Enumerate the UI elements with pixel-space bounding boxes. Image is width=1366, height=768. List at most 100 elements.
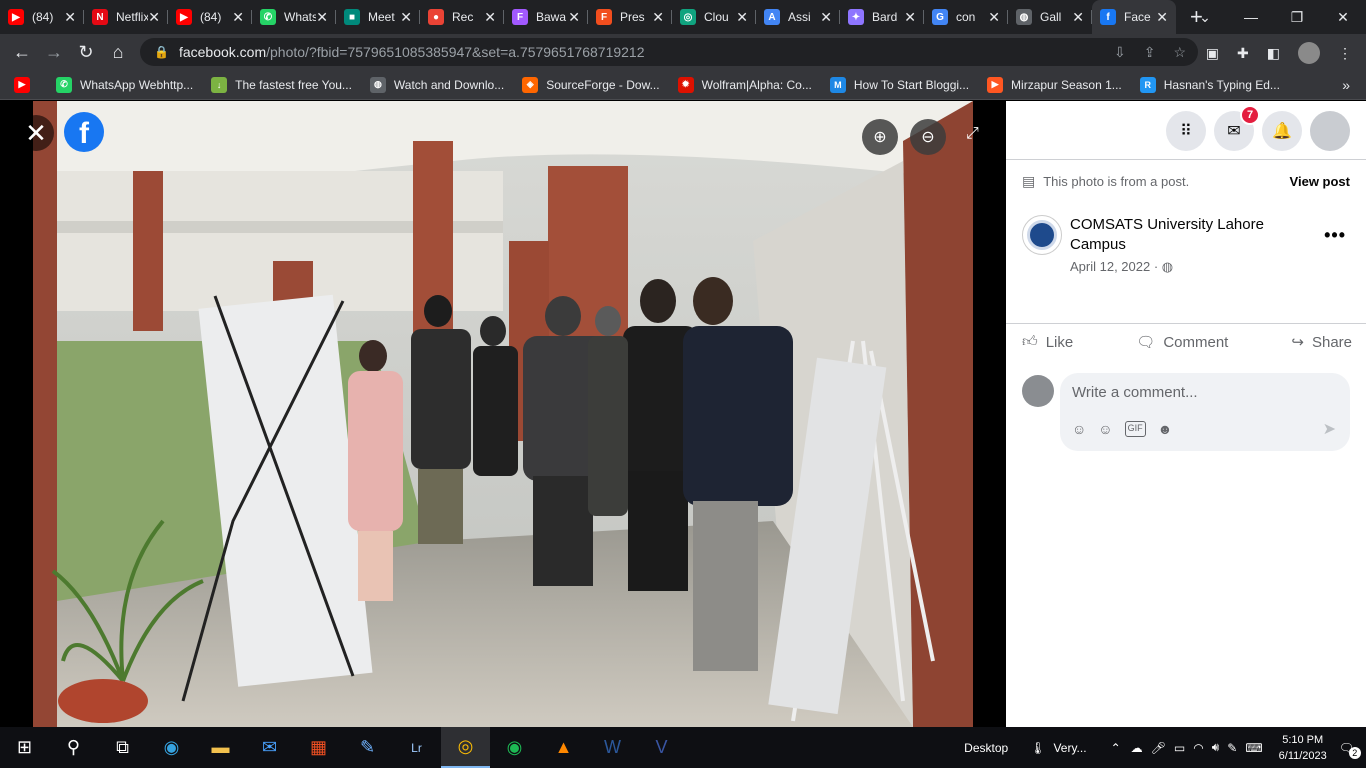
minimize-button[interactable]: —	[1228, 9, 1274, 25]
cloud-icon[interactable]: ☁	[1131, 741, 1143, 755]
bookmark-item[interactable]: ◈ SourceForge - Dow...	[522, 76, 660, 93]
share-icon[interactable]: ⇪	[1144, 44, 1156, 61]
side-panel-icon[interactable]: ◧	[1267, 45, 1280, 62]
browser-tab[interactable]: F Bawa ✕	[504, 0, 588, 34]
tab-close-icon[interactable]: ✕	[652, 9, 664, 26]
keyboard-icon[interactable]: ⌨	[1245, 741, 1262, 755]
task-view-icon[interactable]: ⧉	[98, 727, 147, 768]
browser-tab[interactable]: ✦ Bard ✕	[840, 0, 924, 34]
wifi-icon[interactable]: ◠	[1193, 741, 1203, 755]
gif-icon[interactable]: GIF	[1124, 421, 1146, 437]
browser-tab[interactable]: ▶ (84) ✕	[168, 0, 252, 34]
like-button[interactable]: 👍︎ Like	[1022, 333, 1073, 351]
bookmark-item[interactable]: ✆ WhatsApp Webhttp...	[56, 76, 193, 93]
bookmark-item[interactable]: ✹ Wolfram|Alpha: Co...	[677, 76, 812, 93]
search-icon[interactable]: ⚲	[49, 727, 98, 768]
browser-tab[interactable]: ✆ WhatsApp✕	[252, 0, 336, 34]
messenger-icon[interactable]: ✉ 7	[1214, 105, 1260, 151]
extensions-icon[interactable]: ✚	[1237, 45, 1249, 62]
tab-close-icon[interactable]: ✕	[400, 9, 412, 26]
close-viewer-button[interactable]: ✕	[18, 115, 54, 151]
reload-button[interactable]: ↻	[70, 42, 102, 63]
store-icon[interactable]: ▦	[294, 727, 343, 768]
browser-tab[interactable]: ■ Meet ✕	[336, 0, 420, 34]
windows-start-icon[interactable]: ⊞	[0, 727, 49, 768]
more-options-icon[interactable]: •••	[1324, 225, 1346, 246]
vlc-icon[interactable]: ▲	[539, 727, 588, 768]
sticker-icon[interactable]: ☻	[1158, 421, 1173, 437]
edge-icon[interactable]: ◉	[147, 727, 196, 768]
menu-icon[interactable]: ⋮	[1338, 45, 1352, 62]
tab-close-icon[interactable]: ✕	[1072, 9, 1084, 26]
tab-close-icon[interactable]: ✕	[820, 9, 832, 26]
spotify-icon[interactable]: ◉	[490, 727, 539, 768]
bookmark-item[interactable]: M How To Start Bloggi...	[829, 76, 969, 93]
browser-tab[interactable]: A Assi ✕	[756, 0, 840, 34]
bookmark-item[interactable]: ▶ Mirzapur Season 1...	[987, 76, 1122, 93]
share-button[interactable]: ↪ Share	[1291, 333, 1352, 352]
comment-input[interactable]: Write a comment...	[1072, 384, 1198, 401]
view-post-link[interactable]: View post	[1290, 174, 1350, 189]
browser-tab[interactable]: N Netflix ✕	[84, 0, 168, 34]
bookmarks-overflow-icon[interactable]: »	[1342, 77, 1350, 93]
tab-close-icon[interactable]: ✕	[316, 9, 328, 26]
weather-text[interactable]: Very...	[1053, 741, 1086, 755]
desktop-toolbar[interactable]: Desktop	[964, 741, 1008, 755]
author-name[interactable]: COMSATS University Lahore Campus	[1070, 215, 1290, 255]
browser-tab[interactable]: ● Rec ✕	[420, 0, 504, 34]
facebook-logo-icon[interactable]: f	[64, 112, 104, 152]
tab-close-icon[interactable]: ✕	[1156, 9, 1168, 26]
mail-icon[interactable]: ✉	[245, 727, 294, 768]
menu-grid-icon[interactable]: ⠿	[1166, 111, 1206, 151]
browser-tab[interactable]: ▶ (84) ✕	[0, 0, 84, 34]
bookmark-item[interactable]: ↓ The fastest free You...	[211, 76, 352, 93]
browser-tab[interactable]: F Pres ✕	[588, 0, 672, 34]
profile-avatar[interactable]	[1298, 42, 1320, 64]
tab-close-icon[interactable]: ✕	[148, 9, 160, 26]
lock-icon[interactable]: 🔒	[154, 45, 169, 59]
close-window-button[interactable]: ✕	[1320, 9, 1366, 26]
word-icon[interactable]: W	[588, 727, 637, 768]
browser-tab[interactable]: ◍ Gall ✕	[1008, 0, 1092, 34]
notifications-icon[interactable]: 🗨 2	[1339, 741, 1361, 759]
tab-close-icon[interactable]: ✕	[736, 9, 748, 26]
bookmark-star-icon[interactable]: ☆	[1173, 44, 1186, 61]
lightroom-icon[interactable]: Lr	[392, 727, 441, 768]
visio-icon[interactable]: V	[637, 727, 686, 768]
address-bar[interactable]: 🔒 facebook.com/photo/?fbid=7579651085385…	[140, 38, 1198, 66]
tab-close-icon[interactable]: ✕	[232, 9, 244, 26]
emoji-icon[interactable]: ☺	[1098, 421, 1112, 437]
microphone-icon[interactable]: 🎤︎	[1151, 741, 1166, 755]
tab-close-icon[interactable]: ✕	[64, 9, 76, 26]
browser-tab[interactable]: Gcon ✕	[924, 0, 1008, 34]
bookmark-youtube[interactable]: ▶	[14, 76, 38, 93]
comment-box[interactable]: Write a comment... ☺ ☺ GIF ☻ ➤	[1060, 373, 1350, 451]
post-date[interactable]: April 12, 2022 · ◍	[1070, 257, 1290, 277]
tab-close-icon[interactable]: ✕	[484, 9, 496, 26]
back-button[interactable]: ←	[6, 42, 38, 63]
media-icon[interactable]: ▣	[1206, 45, 1219, 62]
tab-close-icon[interactable]: ✕	[904, 9, 916, 26]
zoom-in-icon[interactable]: ⊕	[862, 119, 898, 155]
tab-close-icon[interactable]: ✕	[988, 9, 1000, 26]
author-avatar[interactable]	[1022, 215, 1062, 255]
clock[interactable]: 5:10 PM 6/11/2023	[1279, 732, 1327, 764]
battery-icon[interactable]: ▭	[1174, 741, 1185, 755]
pen-icon[interactable]: ✎	[1227, 741, 1237, 755]
bell-icon[interactable]: 🔔	[1262, 111, 1302, 151]
fullscreen-icon[interactable]: ⤢	[966, 125, 979, 143]
chevron-up-icon[interactable]: ⌃	[1111, 741, 1121, 755]
send-icon[interactable]: ➤	[1323, 419, 1336, 439]
avatar-sticker-icon[interactable]: ☺	[1072, 421, 1086, 437]
browser-tab[interactable]: ◎ Clou ✕	[672, 0, 756, 34]
bookmark-item[interactable]: R Hasnan's Typing Ed...	[1139, 76, 1280, 93]
browser-tab[interactable]: f Face ✕	[1092, 0, 1176, 34]
home-button[interactable]: ⌂	[102, 42, 134, 63]
restore-button[interactable]: ❐	[1274, 9, 1320, 26]
tab-close-icon[interactable]: ✕	[568, 9, 580, 26]
account-avatar[interactable]	[1310, 111, 1350, 151]
file-explorer-icon[interactable]: ▬	[196, 727, 245, 768]
tab-search-icon[interactable]: ⌄	[1182, 9, 1228, 26]
bookmark-item[interactable]: ◍ Watch and Downlo...	[369, 76, 504, 93]
zoom-out-icon[interactable]: ⊖	[910, 119, 946, 155]
